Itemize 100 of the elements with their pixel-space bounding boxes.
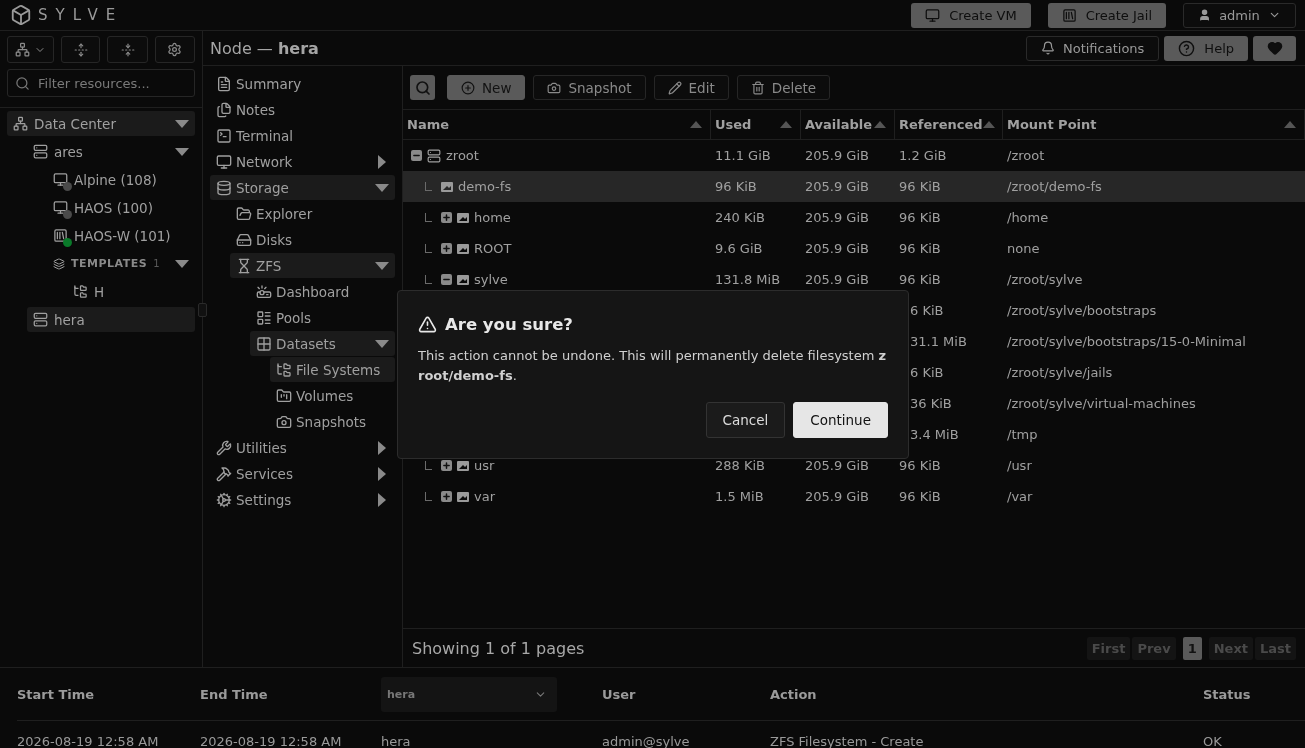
- pool-icon: [427, 148, 441, 163]
- view-switcher[interactable]: [7, 36, 55, 63]
- nav-item[interactable]: Pools: [250, 305, 395, 330]
- nav-item[interactable]: File Systems: [270, 357, 395, 382]
- user-menu[interactable]: admin: [1183, 2, 1296, 28]
- tree-item[interactable]: Alpine (108): [47, 167, 195, 192]
- continue-button[interactable]: Continue: [793, 402, 888, 438]
- table-row[interactable]: home: [403, 202, 711, 233]
- column-header[interactable]: Used: [711, 110, 801, 140]
- expand-icon[interactable]: [441, 243, 452, 254]
- nav-item[interactable]: Settings: [210, 487, 395, 512]
- caret-icon[interactable]: [375, 339, 389, 348]
- nav-item[interactable]: Terminal: [210, 123, 395, 148]
- snapshot-button[interactable]: Snapshot: [533, 75, 646, 100]
- collapse-icon: [120, 42, 135, 57]
- settings-button[interactable]: [154, 36, 195, 63]
- table-cell[interactable]: /zroot/sylve/jails: [1003, 357, 1305, 388]
- tree-label: H: [94, 283, 105, 300]
- caret-icon[interactable]: [375, 261, 389, 270]
- nav-item[interactable]: Notes: [210, 97, 395, 122]
- caret-icon[interactable]: [175, 259, 189, 268]
- table-row[interactable]: ROOT: [403, 233, 711, 264]
- nav-item[interactable]: Summary: [210, 71, 395, 96]
- tree-icon: [276, 361, 292, 378]
- table-cell[interactable]: /zroot/sylve/virtual-machines: [1003, 388, 1305, 419]
- column-header[interactable]: Available: [801, 110, 895, 140]
- nav-label: Summary: [236, 75, 302, 92]
- tree-line: [425, 213, 432, 222]
- table-cell: ZFS Filesystem - Create: [770, 734, 924, 748]
- table-cell-text: 96 KiB: [898, 457, 942, 475]
- document-icon: [216, 75, 232, 92]
- dialog-message: This action cannot be undone. This will permanently delete filesystem zroot/demo-fs.: [418, 347, 888, 385]
- table-row[interactable]: var: [403, 481, 711, 512]
- caret-icon[interactable]: [175, 147, 189, 156]
- tree-item[interactable]: hera: [27, 307, 195, 332]
- plus-icon: [461, 80, 475, 95]
- search-icon: [15, 76, 30, 91]
- nav-label: Volumes: [296, 387, 354, 404]
- collapse-all-button[interactable]: [107, 36, 148, 63]
- tree-item[interactable]: TEMPLATES 1: [47, 251, 195, 276]
- caret-icon[interactable]: [378, 492, 386, 507]
- tree-item[interactable]: HAOS (100): [47, 195, 195, 220]
- nav-item[interactable]: Datasets: [250, 331, 395, 356]
- expand-icon[interactable]: [441, 212, 452, 223]
- expand-icon[interactable]: [441, 491, 452, 502]
- server-icon: [33, 312, 48, 327]
- tree-item[interactable]: ares: [27, 139, 195, 164]
- caret-icon[interactable]: [175, 119, 189, 128]
- tree-item[interactable]: Data Center: [7, 111, 195, 136]
- caret-icon[interactable]: [375, 183, 389, 192]
- nav-item[interactable]: Services: [210, 461, 395, 486]
- expand-icon: [73, 42, 88, 57]
- nav-item[interactable]: ZFS: [230, 253, 395, 278]
- cancel-button[interactable]: Cancel: [705, 402, 786, 438]
- column-header[interactable]: Referenced: [895, 110, 1003, 140]
- resize-handle[interactable]: [198, 303, 207, 317]
- table-row[interactable]: usr: [403, 450, 711, 481]
- nav-item[interactable]: Utilities: [210, 435, 395, 460]
- nav-item[interactable]: Disks: [230, 227, 395, 252]
- table-cell-text: /var: [1006, 488, 1034, 506]
- table-row[interactable]: demo-fs: [403, 171, 711, 202]
- edit-button[interactable]: Edit: [653, 75, 729, 100]
- column-header[interactable]: Name: [403, 110, 711, 140]
- delete-button[interactable]: Delete: [736, 75, 831, 100]
- nav-item[interactable]: Storage: [210, 175, 395, 200]
- table-cell-text: /zroot: [1006, 147, 1046, 165]
- tree-item[interactable]: HAOS-W (101): [47, 223, 195, 248]
- table-cell[interactable]: /zroot/sylve/bootstraps: [1003, 295, 1305, 326]
- nav-item[interactable]: Volumes: [270, 383, 395, 408]
- nav-label: Services: [236, 465, 293, 482]
- column-header[interactable]: Mount Point: [1003, 110, 1305, 140]
- table-row[interactable]: sylve: [403, 264, 711, 295]
- dataset-name: ROOT: [474, 241, 512, 256]
- nav-item[interactable]: Explorer: [230, 201, 395, 226]
- tree-item[interactable]: H: [67, 279, 195, 304]
- table-cell[interactable]: /zroot/sylve/bootstraps/15-0-Minimal: [1003, 326, 1305, 357]
- table-cell-text: /usr: [1006, 457, 1033, 475]
- nav-label: Storage: [236, 179, 289, 196]
- sort-icon: [690, 121, 702, 128]
- node-select[interactable]: hera: [381, 676, 557, 712]
- heart-icon: [1266, 40, 1283, 56]
- collapse-icon[interactable]: [411, 150, 422, 161]
- collapse-icon[interactable]: [441, 274, 452, 285]
- expand-icon[interactable]: [441, 460, 452, 471]
- favorite-button[interactable]: [1253, 35, 1296, 61]
- table-row[interactable]: zroot: [403, 140, 711, 171]
- nav-label: Dashboard: [276, 283, 350, 300]
- search-field[interactable]: Filter resources...: [7, 69, 195, 97]
- caret-icon[interactable]: [378, 466, 386, 481]
- table-cell-text: 31.1 MiB: [909, 333, 968, 351]
- search-button[interactable]: [410, 75, 435, 100]
- table-cell[interactable]: /tmp: [1003, 419, 1305, 450]
- notifications-button[interactable]: Notifications: [1026, 35, 1160, 61]
- jail-icon: [1061, 7, 1077, 23]
- pencil-icon: [667, 80, 682, 95]
- caret-icon[interactable]: [378, 440, 386, 455]
- dataset-name: var: [474, 489, 495, 504]
- nav-item[interactable]: Dashboard: [250, 279, 395, 304]
- nav-item[interactable]: Snapshots: [270, 409, 395, 434]
- monitor-icon: [925, 7, 941, 23]
